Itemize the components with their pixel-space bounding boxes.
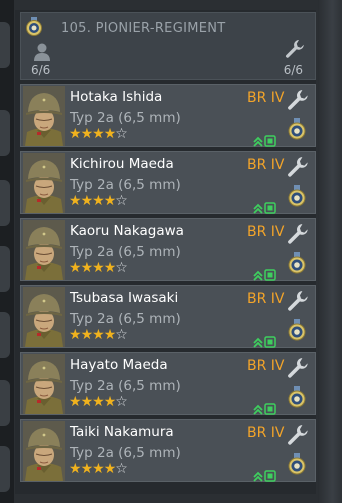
crew-vehicle: Typ 2a (6,5 mm) [70, 311, 181, 327]
medal-icon[interactable] [288, 319, 306, 345]
star-filled-icon: ★ [69, 327, 82, 343]
wrench-icon[interactable] [287, 357, 309, 383]
battle-rating: BR IV [247, 291, 285, 307]
star-filled-icon: ★ [92, 260, 105, 276]
rank-up-icon [253, 400, 277, 419]
star-filled-icon: ★ [69, 394, 82, 410]
star-empty-icon: ☆ [115, 126, 128, 142]
crew-stars: ★★★★☆ [69, 126, 128, 142]
crew-stars: ★★★★☆ [69, 394, 128, 410]
rank-up-icon [253, 333, 277, 352]
battle-rating: BR IV [247, 224, 285, 240]
medal-icon[interactable] [288, 185, 306, 211]
star-filled-icon: ★ [80, 327, 94, 343]
star-empty-icon: ☆ [115, 260, 128, 276]
background-right [318, 0, 342, 503]
crew-row[interactable]: Kaoru Nakagawa Typ 2a (6,5 mm) ★★★★☆ BR … [20, 218, 316, 281]
crew-row[interactable]: Tsubasa Iwasaki Typ 2a (6,5 mm) ★★★★☆ BR… [20, 285, 316, 348]
crew-stars: ★★★★☆ [69, 461, 128, 477]
star-filled-icon: ★ [69, 126, 82, 142]
medal-icon[interactable] [288, 453, 306, 479]
star-empty-icon: ☆ [115, 394, 128, 410]
crew-name: Kichirou Maeda [70, 156, 174, 172]
crew-name: Hayato Maeda [70, 357, 168, 373]
crew-member-icon [34, 43, 50, 65]
crew-stars: ★★★★☆ [69, 193, 128, 209]
squad-title: 105. PIONIER-REGIMENT [61, 21, 226, 36]
rank-up-icon [253, 132, 277, 151]
crew-name: Taiki Nakamura [70, 424, 174, 440]
background-tab [0, 446, 10, 492]
crew-vehicle: Typ 2a (6,5 mm) [70, 110, 181, 126]
background-tab [0, 312, 10, 358]
wrench-icon[interactable] [287, 156, 309, 182]
medal-icon[interactable] [288, 386, 306, 412]
squad-emblem-icon [25, 17, 43, 41]
rank-up-icon [253, 199, 277, 218]
crew-stars: ★★★★☆ [69, 327, 128, 343]
wrench-icon [285, 39, 305, 63]
background-tab [0, 246, 10, 292]
star-filled-icon: ★ [69, 260, 82, 276]
crew-vehicle: Typ 2a (6,5 mm) [70, 378, 181, 394]
crew-vehicle: Typ 2a (6,5 mm) [70, 445, 181, 461]
crew-portrait [23, 153, 65, 213]
crew-portrait [23, 354, 65, 414]
crew-count: 6/6 [31, 63, 51, 77]
battle-rating: BR IV [247, 157, 285, 173]
background-tab [0, 180, 10, 226]
wrench-icon[interactable] [287, 290, 309, 316]
star-empty-icon: ☆ [115, 193, 128, 209]
crew-vehicle: Typ 2a (6,5 mm) [70, 244, 181, 260]
star-filled-icon: ★ [103, 193, 117, 209]
star-filled-icon: ★ [69, 461, 82, 477]
crew-portrait [23, 421, 65, 481]
medal-icon[interactable] [288, 252, 306, 278]
crew-row[interactable]: Hotaka Ishida Typ 2a (6,5 mm) ★★★★☆ BR I… [20, 84, 316, 147]
battle-rating: BR IV [247, 90, 285, 106]
star-filled-icon: ★ [103, 461, 117, 477]
star-empty-icon: ☆ [115, 461, 128, 477]
wrench-icon[interactable] [287, 223, 309, 249]
crew-row[interactable]: Hayato Maeda Typ 2a (6,5 mm) ★★★★☆ BR IV [20, 352, 316, 415]
battle-rating: BR IV [247, 425, 285, 441]
star-filled-icon: ★ [92, 126, 105, 142]
medal-icon[interactable] [288, 118, 306, 144]
crew-name: Hotaka Ishida [70, 89, 163, 105]
star-filled-icon: ★ [80, 394, 94, 410]
crew-name: Kaoru Nakagawa [70, 223, 184, 239]
crew-name: Tsubasa Iwasaki [70, 290, 179, 306]
star-filled-icon: ★ [69, 193, 82, 209]
rank-up-icon [253, 467, 277, 486]
background-tab [0, 110, 10, 156]
background-tab [0, 22, 10, 68]
crew-portrait [23, 220, 65, 280]
squad-header[interactable]: 105. PIONIER-REGIMENT 6/6 6/6 [20, 12, 316, 80]
crew-row[interactable]: Taiki Nakamura Typ 2a (6,5 mm) ★★★★☆ BR … [20, 419, 316, 482]
repair-count: 6/6 [283, 63, 303, 77]
star-filled-icon: ★ [80, 260, 94, 276]
crew-row[interactable]: Kichirou Maeda Typ 2a (6,5 mm) ★★★★☆ BR … [20, 151, 316, 214]
star-filled-icon: ★ [92, 461, 105, 477]
crew-stars: ★★★★☆ [69, 260, 128, 276]
star-filled-icon: ★ [103, 126, 117, 142]
wrench-icon[interactable] [287, 424, 309, 450]
rank-up-icon [253, 266, 277, 285]
star-filled-icon: ★ [103, 394, 117, 410]
star-filled-icon: ★ [103, 260, 117, 276]
star-filled-icon: ★ [80, 461, 94, 477]
star-filled-icon: ★ [80, 193, 94, 209]
star-filled-icon: ★ [103, 327, 117, 343]
star-filled-icon: ★ [92, 193, 105, 209]
battle-rating: BR IV [247, 358, 285, 374]
star-filled-icon: ★ [92, 394, 105, 410]
star-filled-icon: ★ [92, 327, 105, 343]
star-empty-icon: ☆ [115, 327, 128, 343]
star-filled-icon: ★ [80, 126, 94, 142]
wrench-icon[interactable] [287, 89, 309, 115]
crew-portrait [23, 86, 65, 146]
background-tab [0, 380, 10, 426]
crew-vehicle: Typ 2a (6,5 mm) [70, 177, 181, 193]
crew-portrait [23, 287, 65, 347]
